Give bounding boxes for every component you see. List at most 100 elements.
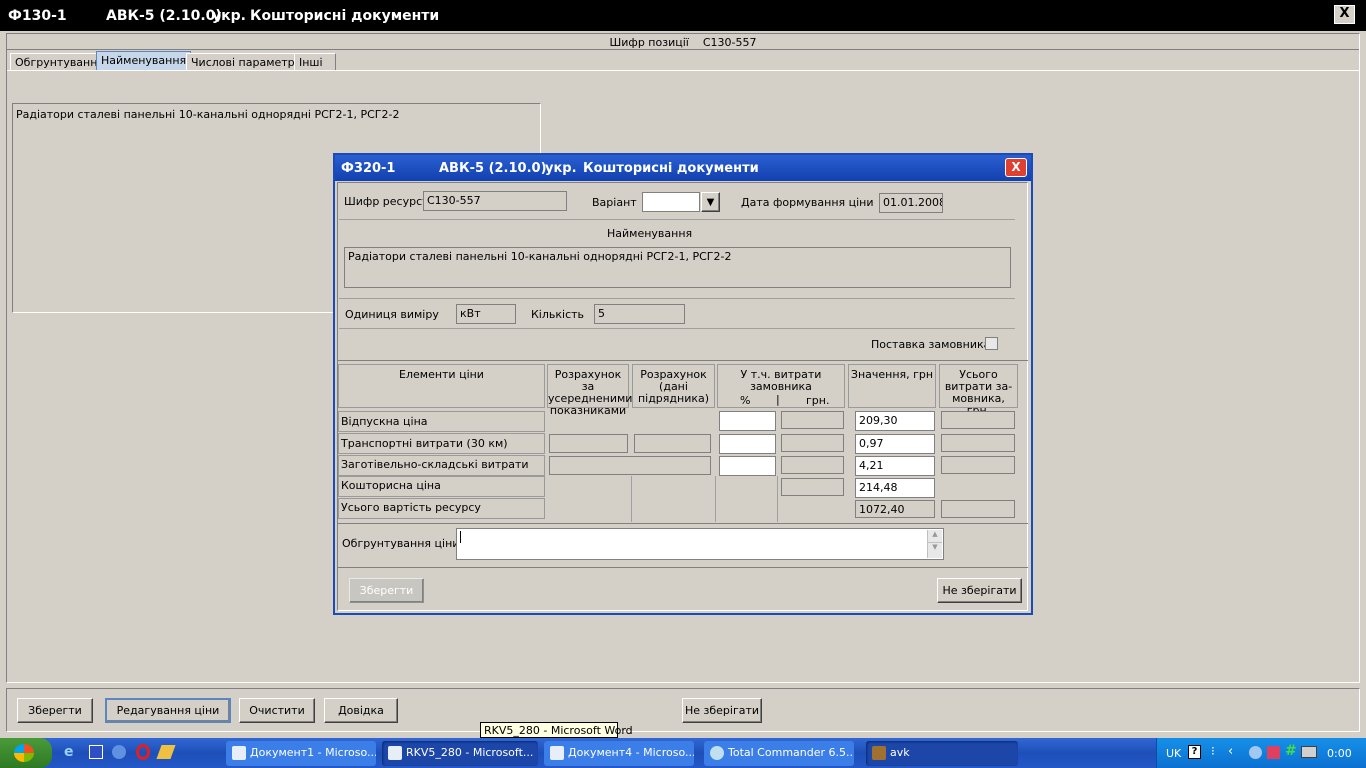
main-close-button[interactable]: X [1334, 5, 1355, 24]
dialog-no-save-button[interactable]: Не зберігати [937, 578, 1022, 603]
chevron-down-icon: ▼ [706, 196, 715, 208]
row1-total-field [941, 411, 1015, 429]
tab-numeric-params[interactable]: Числові параметри [186, 53, 307, 71]
supply-checkbox[interactable] [985, 337, 998, 350]
variant-select[interactable] [642, 192, 700, 212]
row1-value-input[interactable]: 209,30 [855, 411, 935, 431]
dialog-save-button[interactable]: Зберегти [349, 578, 424, 603]
main-save-button[interactable]: Зберегти [17, 698, 93, 723]
dialog-app-name: АВК-5 (2.10.0) [439, 161, 547, 176]
divider [339, 298, 1015, 299]
dialog-close-button[interactable]: X [1005, 158, 1027, 177]
opera-icon[interactable] [136, 744, 150, 760]
tooltip: RKV5_280 - Microsoft Word [480, 722, 633, 738]
tab-divider [7, 70, 1359, 71]
qty-field: 5 [594, 304, 685, 324]
main-titlebar: Ф130-1 АВК-5 (2.10.0) укр. Кошторисні до… [0, 0, 1366, 31]
clear-button[interactable]: Очистити [239, 698, 315, 723]
grid-line [631, 476, 632, 522]
header-customer: У т.ч. витрати замовника [740, 368, 822, 393]
help-button[interactable]: Довідка [324, 698, 398, 723]
row2-avg-field [549, 434, 628, 453]
resource-code-label: Шифр ресурсу [344, 195, 429, 208]
tab-other[interactable]: Інші [294, 53, 336, 71]
row5-value-field: 1072,40 [855, 500, 935, 518]
total-commander-icon [710, 746, 724, 760]
scroll-up-icon[interactable]: ▲ [928, 530, 942, 543]
row-label-4: Кошторисна ціна [338, 476, 545, 497]
row1-uah-field [781, 411, 844, 429]
task-document1[interactable]: Документ1 - Microso... [226, 741, 376, 766]
supply-label: Поставка замовника [871, 338, 991, 351]
task-rkv5[interactable]: RKV5_280 - Microsoft... [382, 741, 538, 766]
position-label: Шифр позиції [609, 36, 689, 49]
main-app-name: АВК-5 (2.10.0) [106, 8, 222, 24]
avk-icon [872, 746, 886, 760]
position-header: Шифр позиції С130-557 [7, 34, 1359, 50]
header-contractor: Розрахунок (дані підрядника) [632, 364, 715, 408]
header-uah: грн. [806, 394, 830, 407]
row1-pct-input[interactable] [719, 411, 776, 431]
header-total: Усього витрати за-мовника, грн. [939, 364, 1018, 417]
unit-field: кВт [456, 304, 516, 324]
resource-code-field: С130-557 [423, 191, 567, 211]
divider [337, 360, 1028, 361]
justification-scrollbar[interactable]: ▲ ▼ [927, 530, 942, 558]
dialog-form-code: Ф320-1 [341, 161, 396, 176]
row-label-3: Заготівельно-складські витрати [338, 455, 545, 476]
row3-pct-input[interactable] [719, 456, 776, 476]
row3-uah-field [781, 456, 844, 474]
task-document4[interactable]: Документ4 - Microso... [544, 741, 694, 766]
row4-uah-field [781, 478, 844, 496]
row-label-5: Усього вартість ресурсу [338, 498, 545, 519]
scroll-down-icon[interactable]: ▼ [928, 543, 942, 556]
word-icon [550, 746, 564, 760]
main-title: Кошторисні документи [250, 8, 440, 24]
start-button[interactable] [0, 738, 52, 768]
grid-line [777, 476, 778, 522]
word-icon [388, 746, 402, 760]
task-avk[interactable]: avk [866, 741, 1018, 766]
variant-dropdown-button[interactable]: ▼ [701, 192, 720, 212]
ie-icon[interactable]: e [64, 744, 80, 760]
chevron-left-icon[interactable]: ‹ [1228, 744, 1233, 759]
tab-name[interactable]: Найменування [96, 51, 192, 71]
windows-logo-icon [14, 744, 34, 762]
dialog-titlebar: Ф320-1 АВК-5 (2.10.0) укр. Кошторисні до… [335, 155, 1031, 181]
monitor-icon[interactable] [1301, 746, 1317, 758]
row4-value-input[interactable]: 214,48 [855, 478, 935, 498]
main-name-text: Радіатори сталеві панельні 10-канальні о… [16, 108, 400, 121]
dialog-lang: укр. [545, 161, 577, 176]
justification-textarea[interactable]: ▲ ▼ [456, 528, 944, 560]
main-no-save-button[interactable]: Не зберігати [682, 698, 762, 723]
edit-price-button[interactable]: Редагування ціни [105, 698, 231, 723]
grid-line [715, 476, 716, 522]
justification-label: Обгрунтування ціни [342, 537, 460, 550]
help-icon[interactable]: ? [1188, 745, 1201, 759]
word-icon [232, 746, 246, 760]
tab-justification[interactable]: Обгрунтування [10, 53, 110, 71]
close-icon: X [1339, 6, 1350, 21]
save-icon[interactable] [89, 745, 103, 759]
divider [337, 567, 1028, 568]
task-total-commander[interactable]: Total Commander 6.5... [704, 741, 854, 766]
row5-total-field [941, 500, 1015, 518]
name-label: Найменування [607, 227, 693, 240]
language-indicator[interactable]: UK [1166, 747, 1181, 760]
close-icon: X [1011, 160, 1021, 174]
row3-value-input[interactable]: 4,21 [855, 456, 935, 476]
date-field: 01.01.2008 [879, 193, 943, 213]
tray-icon[interactable]: ⁝ [1211, 744, 1215, 758]
browser-icon[interactable] [112, 745, 126, 759]
row2-pct-input[interactable] [719, 434, 776, 454]
row3-calc-field [549, 456, 711, 475]
date-label: Дата формування ціни [741, 196, 874, 209]
main-lang: укр. [212, 8, 246, 24]
network-icon[interactable] [1249, 746, 1262, 759]
hash-icon[interactable]: # [1285, 743, 1297, 759]
text-caret [460, 531, 461, 543]
dialog-title: Кошторисні документи [583, 161, 759, 176]
row2-value-input[interactable]: 0,97 [855, 434, 935, 454]
divider [339, 328, 1015, 329]
tray-app-icon[interactable] [1267, 746, 1280, 759]
